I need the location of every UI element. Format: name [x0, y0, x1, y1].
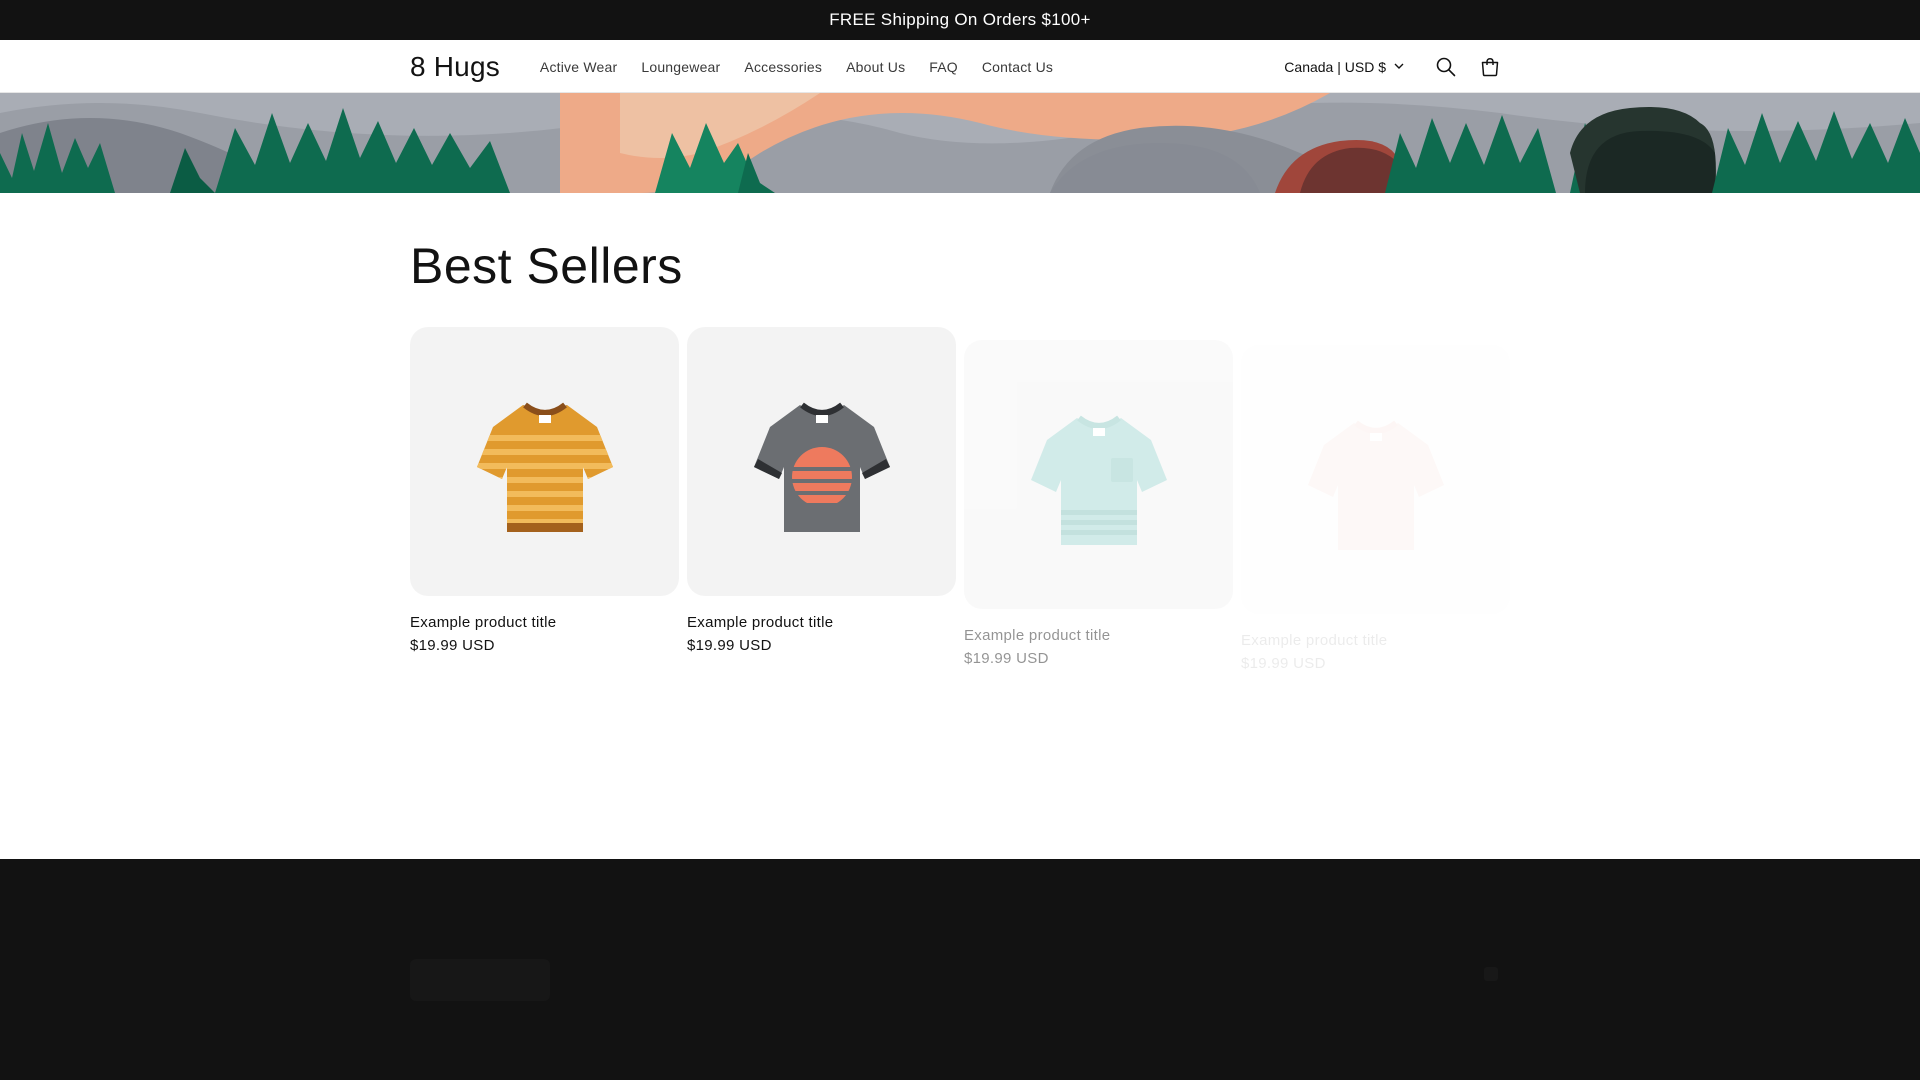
product-price: $19.99 USD	[1241, 655, 1326, 672]
product-title[interactable]: Example product title	[964, 627, 1233, 644]
announcement-text: FREE Shipping On Orders $100+	[829, 10, 1091, 29]
product-grid: Example product title $19.99 USD Example…	[410, 327, 1510, 687]
chevron-down-icon	[1394, 63, 1404, 69]
product-title[interactable]: Example product title	[1241, 632, 1510, 649]
product-card[interactable]: Example product title $19.99 USD	[410, 327, 679, 654]
product-image[interactable]	[1241, 345, 1510, 614]
nav-accessories[interactable]: Accessories	[744, 59, 822, 75]
sunset-tshirt-icon	[753, 402, 890, 532]
hero-banner-illustration	[0, 93, 1920, 193]
search-icon	[1436, 57, 1456, 76]
footer-placeholder-block	[410, 959, 550, 1001]
section-title: Best Sellers	[410, 238, 683, 294]
site-footer	[0, 859, 1920, 1080]
pocket-tshirt-icon	[1030, 415, 1167, 545]
product-title[interactable]: Example product title	[687, 614, 956, 631]
cart-button[interactable]	[1470, 47, 1510, 87]
plain-tshirt-icon	[1307, 420, 1444, 550]
product-image[interactable]	[964, 340, 1233, 609]
locale-label: Canada | USD $	[1284, 58, 1386, 75]
best-sellers-section: Best Sellers Example product title $19.9…	[0, 193, 1920, 859]
footer-placeholder-icon	[1484, 967, 1498, 981]
cart-icon	[1481, 57, 1499, 76]
nav-loungewear[interactable]: Loungewear	[641, 59, 720, 75]
product-card[interactable]: Example product title $19.99 USD	[964, 340, 1233, 667]
striped-tshirt-icon	[476, 402, 613, 532]
product-card[interactable]: Example product title $19.99 USD	[1241, 345, 1510, 672]
product-image[interactable]	[410, 327, 679, 596]
nav-about-us[interactable]: About Us	[846, 59, 905, 75]
product-title[interactable]: Example product title	[410, 614, 679, 631]
product-image[interactable]	[687, 327, 956, 596]
store-logo[interactable]: 8 Hugs	[410, 51, 500, 83]
product-price: $19.99 USD	[687, 637, 772, 654]
product-price: $19.99 USD	[964, 650, 1049, 667]
country-currency-selector[interactable]: Canada | USD $	[1284, 59, 1404, 75]
announcement-bar: FREE Shipping On Orders $100+	[0, 0, 1920, 40]
site-header: 8 Hugs Active Wear Loungewear Accessorie…	[0, 40, 1920, 93]
nav-contact-us[interactable]: Contact Us	[982, 59, 1053, 75]
search-button[interactable]	[1426, 47, 1466, 87]
nav-active-wear[interactable]: Active Wear	[540, 59, 617, 75]
product-price: $19.99 USD	[410, 637, 495, 654]
nav-faq[interactable]: FAQ	[929, 59, 958, 75]
product-card[interactable]: Example product title $19.99 USD	[687, 327, 956, 654]
main-nav: Active Wear Loungewear Accessories About…	[528, 59, 1065, 75]
